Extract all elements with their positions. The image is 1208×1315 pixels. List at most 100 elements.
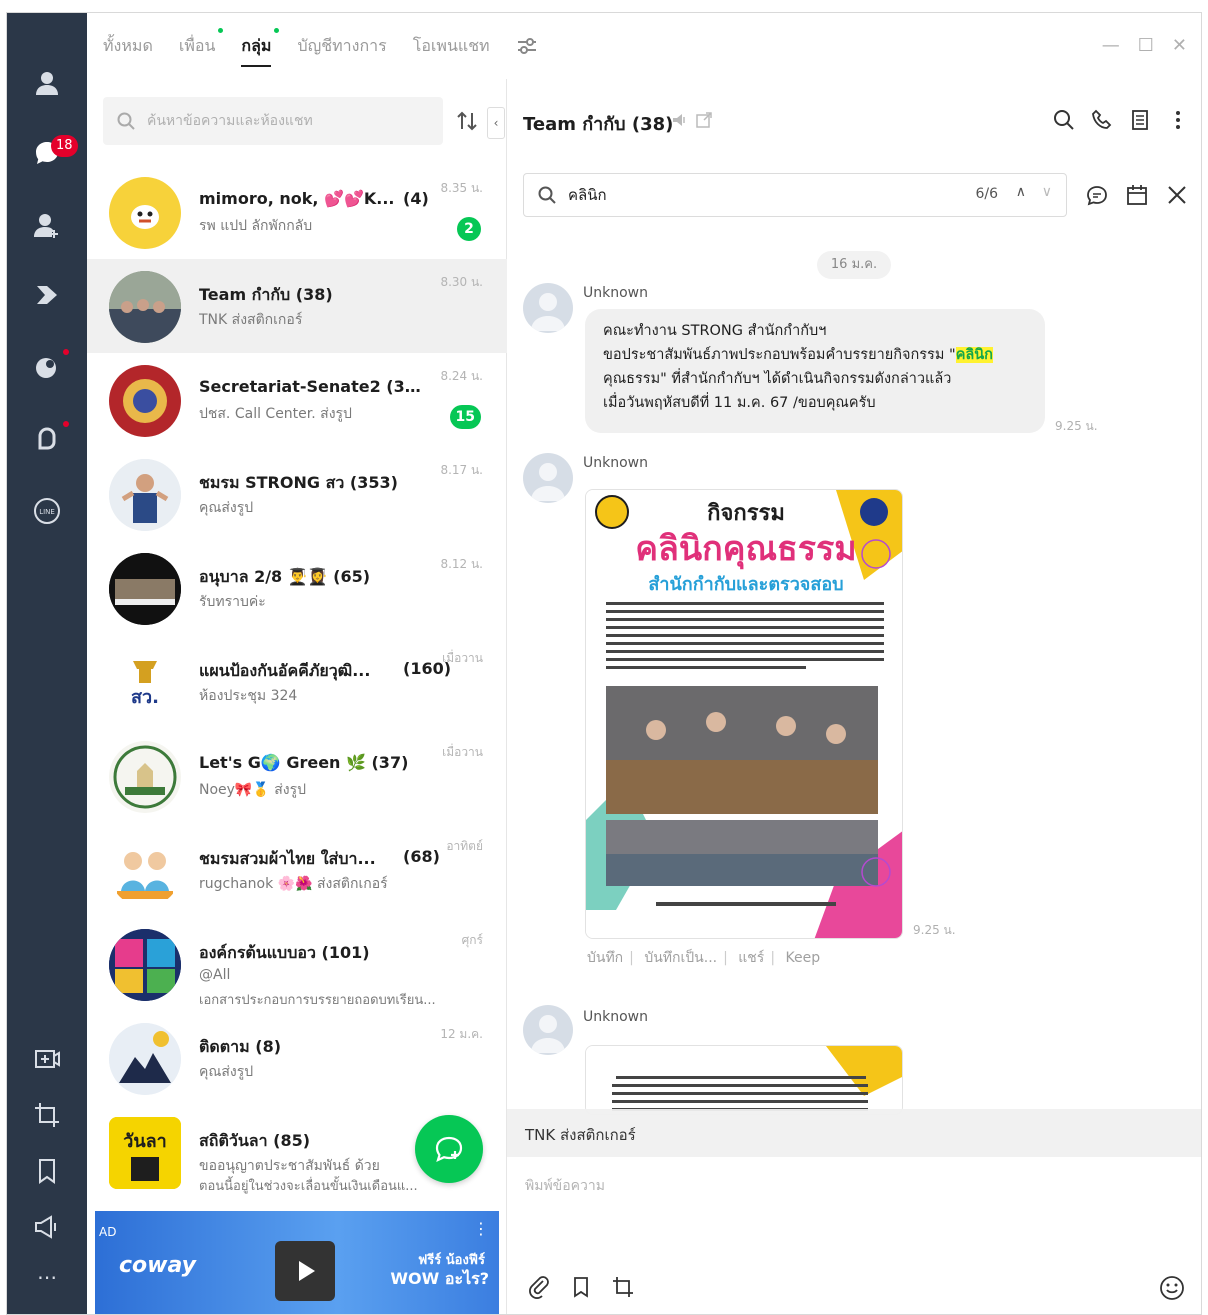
new-chat-button[interactable] — [415, 1115, 483, 1183]
screenshot-icon[interactable] — [611, 1275, 635, 1299]
maximize-icon[interactable]: ☐ — [1138, 35, 1154, 56]
chat-list-item[interactable]: ชมรม STRONG สว (353) คุณส่งรูป 8.17 น. — [87, 447, 507, 541]
image-message[interactable]: กิจกรรม คลินิกคุณธรรม สำนักกำกับและตรวจส… — [585, 489, 903, 939]
add-screen-icon[interactable] — [27, 1039, 67, 1079]
notes-icon[interactable] — [1129, 109, 1151, 131]
sender-name: Unknown — [583, 1009, 648, 1025]
ad-tag: AD — [99, 1225, 117, 1239]
line-services-icon[interactable]: LINE — [27, 491, 67, 531]
chat-name: ชมรม STRONG สว (353) — [199, 473, 398, 492]
more-icon[interactable]: ⋯ — [27, 1257, 67, 1297]
avatar[interactable] — [523, 453, 573, 503]
chat-time: เมื่อวาน — [442, 651, 483, 665]
chat-preview: ปชส. Call Center. ส่งรูป — [199, 406, 352, 422]
minimize-icon[interactable]: — — [1102, 35, 1120, 56]
message-time: 9.25 น. — [1055, 419, 1098, 433]
chat-name: Secretariat-Senate2 (338) — [199, 377, 429, 396]
search-highlight: คลินิก — [955, 347, 993, 363]
message-line: ขอประชาสัมพันธ์ภาพประกอบพร้อมคำบรรยายกิจ… — [603, 347, 993, 363]
chat-name: Let's G🌍 Green 🌿 (37) — [199, 753, 409, 772]
search-tools — [1085, 183, 1189, 207]
composer-tools — [527, 1275, 635, 1299]
chat-list-item[interactable]: mimoro, nok, 💕💕K... (4) รพ แปป ลักพักกลั… — [87, 165, 507, 259]
search-icon[interactable] — [1053, 109, 1075, 131]
today-icon[interactable] — [27, 347, 67, 387]
tab-friends[interactable]: เพื่อน — [179, 27, 224, 59]
ad-banner[interactable]: AD coway ฟรีร์ น้องฟีร์ WOW อะไร? ⋮ — [95, 1211, 499, 1314]
chat-time: 8.17 น. — [440, 463, 483, 477]
chat-time: 8.35 น. — [440, 181, 483, 195]
poster-main-title: คลินิกคุณธรรม — [635, 529, 856, 570]
chat-list-item[interactable]: องค์กรต้นแบบอว (101) @All เอกสารประกอบกา… — [87, 917, 507, 1011]
chat-time: 8.24 น. — [440, 369, 483, 383]
chat-list-item[interactable]: Let's G🌍 Green 🌿 (37) Noey🎀🥇 ส่งรูป เมื่… — [87, 729, 507, 823]
chat-name: ชมรมสวมผ้าไทย ใส่บา... — [199, 849, 376, 868]
message-search-input[interactable]: คลินิก 6/6 ∧ ∨ — [523, 173, 1067, 217]
message-bubble[interactable]: คณะทำงาน STRONG สำนักกำกับฯ ขอประชาสัมพั… — [585, 309, 1045, 433]
filter-icon[interactable] — [516, 35, 538, 57]
more-vertical-icon[interactable] — [1167, 109, 1189, 131]
close-icon[interactable]: ✕ — [1172, 35, 1187, 56]
message-input[interactable]: พิมพ์ข้อความ — [525, 1175, 605, 1197]
poster-subtitle: สำนักกำกับและตรวจสอบ — [648, 574, 843, 595]
document-image — [586, 1046, 902, 1114]
avatar[interactable] — [523, 283, 573, 333]
attachment-icon[interactable] — [527, 1275, 551, 1299]
external-link-icon[interactable] — [695, 111, 713, 129]
chat-search-input[interactable]: ค้นหาข้อความและห้องแชท — [103, 97, 443, 145]
chat-bubble-icon[interactable] — [1085, 183, 1109, 207]
avatar — [109, 929, 181, 1001]
save-action[interactable]: บันทึก — [587, 950, 623, 966]
sender-name: Unknown — [583, 285, 648, 301]
chevron-down-icon[interactable]: ∨ — [1042, 184, 1052, 200]
avatar: สว. — [109, 647, 181, 719]
collapse-list-button[interactable]: ‹ — [487, 107, 505, 139]
chat-name: mimoro, nok, 💕💕K... — [199, 189, 395, 208]
avatar: วันลา — [109, 1117, 181, 1189]
sort-icon[interactable] — [455, 109, 479, 133]
chat-list-item[interactable]: ติดตาม (8) คุณส่งรูป 12 ม.ค. — [87, 1011, 507, 1105]
openchat-icon[interactable] — [27, 419, 67, 459]
tab-groups[interactable]: กลุ่ม — [241, 27, 280, 67]
chat-name: ติดตาม (8) — [199, 1037, 282, 1056]
chat-list-item[interactable]: อนุบาล 2/8 👨‍🎓👩‍🎓 (65) รับทราบค่ะ 8.12 น… — [87, 541, 507, 635]
save-as-action[interactable]: บันทึกเป็น... — [644, 950, 717, 966]
share-action[interactable]: แชร์ — [738, 950, 764, 966]
emoji-icon[interactable] — [1159, 1275, 1185, 1301]
image-message[interactable] — [585, 1045, 903, 1115]
message-line: คุณธรรม" ที่สำนักกำกับฯ ได้ดำเนินกิจกรรม… — [603, 371, 952, 387]
tab-openchat[interactable]: โอเพนแชท — [413, 34, 490, 59]
keep-icon[interactable] — [27, 1151, 67, 1191]
voom-icon[interactable] — [27, 275, 67, 315]
calendar-icon[interactable] — [1125, 183, 1149, 207]
chat-name: องค์กรต้นแบบอว (101) — [199, 943, 370, 962]
avatar[interactable] — [523, 1005, 573, 1055]
sticker-notice-bar[interactable]: TNK ส่งสติกเกอร์ — [507, 1109, 1201, 1157]
left-rail: 18 LINE ⋯ — [7, 13, 87, 1314]
profile-icon[interactable] — [27, 63, 67, 103]
chat-list-item[interactable]: Team กำกับ (38) TNK ส่งสติกเกอร์ 8.30 น. — [87, 259, 507, 353]
announcement-icon[interactable] — [27, 1207, 67, 1247]
sender-name: Unknown — [583, 455, 648, 471]
call-icon[interactable] — [1091, 109, 1113, 131]
chat-list-item[interactable]: Secretariat-Senate2 (338) ปชส. Call Cent… — [87, 353, 507, 447]
chevron-up-icon[interactable]: ∧ — [1016, 184, 1026, 200]
avatar — [109, 365, 181, 437]
chat-time: เมื่อวาน — [442, 745, 483, 759]
chat-list-item[interactable]: ชมรมสวมผ้าไทย ใส่บา... (68) rugchanok 🌸🌺… — [87, 823, 507, 917]
member-count: (4) — [403, 189, 429, 208]
close-icon[interactable] — [1165, 183, 1189, 207]
ad-more-icon[interactable]: ⋮ — [473, 1219, 489, 1238]
tab-all[interactable]: ทั้งหมด — [103, 34, 153, 59]
window-controls: — ☐ ✕ — [1102, 35, 1187, 56]
play-button[interactable] — [275, 1241, 335, 1301]
keep-icon[interactable] — [569, 1275, 593, 1299]
chat-preview: คุณส่งรูป — [199, 500, 254, 516]
keep-action[interactable]: Keep — [786, 950, 821, 966]
add-friend-icon[interactable] — [27, 205, 67, 245]
chat-list-item[interactable]: สว. แผนป้องกันอัคคีภัยวุฒิ... (160) ห้อง… — [87, 635, 507, 729]
poster-title: กิจกรรม — [707, 501, 785, 526]
tab-official-accounts[interactable]: บัญชีทางการ — [297, 34, 386, 59]
chat-preview-second-line: ตอนนี้อยู่ในช่วงจะเลื่อนขั้นเงินเดือนแ..… — [199, 1179, 418, 1194]
screenshot-icon[interactable] — [27, 1095, 67, 1135]
